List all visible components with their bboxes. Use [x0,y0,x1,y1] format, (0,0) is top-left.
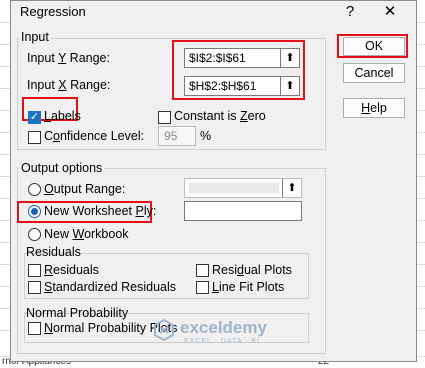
input-x-range-field[interactable]: $H$2:$H$61 ⬆ [184,76,300,96]
watermark-tagline: EXCEL · DATA · BI [184,338,260,345]
constant-zero-checkbox[interactable] [158,111,171,124]
percent-sign: % [200,129,212,143]
input-y-range-value: $I$2:$I$61 [189,51,246,65]
residuals-group-label: Residuals [26,245,81,259]
new-worksheet-ply-radio[interactable] [28,205,41,218]
output-range-empty [189,183,279,193]
output-range-radio[interactable] [28,183,41,196]
new-workbook-label: New Workbook [44,227,129,241]
standardized-residuals-label: Standardized Residuals [44,280,177,294]
new-worksheet-ply-label: New Worksheet Ply: [44,204,157,218]
range-picker-icon[interactable]: ⬆ [280,49,299,67]
constant-zero-label: Constant is Zero [174,109,266,123]
output-range-field[interactable]: ⬆ [184,178,302,198]
ok-button[interactable]: OK [343,37,405,56]
confidence-label: Confidence Level: [44,129,145,143]
residuals-checkbox[interactable] [28,264,41,277]
confidence-checkbox[interactable] [28,131,41,144]
range-picker-icon[interactable]: ⬆ [282,179,301,197]
residuals-label: Residuals [44,263,99,277]
exceldemy-logo-icon [152,318,176,342]
input-group-label: Input [19,30,51,44]
normal-probability-label: Normal Probability [26,306,129,320]
cancel-button[interactable]: Cancel [343,63,405,83]
watermark-brand: exceldemy [180,318,267,337]
confidence-value: 95 [164,129,178,143]
labels-label: Labels [44,109,81,123]
line-fit-plots-checkbox[interactable] [196,281,209,294]
output-options-label: Output options [19,161,105,175]
output-range-label: Output Range: [44,182,126,196]
labels-checkbox[interactable]: ✓ [28,111,41,124]
confidence-field[interactable]: 95 [158,126,196,146]
dialog-title: Regression [20,4,86,19]
input-y-range-label: Input Y Range: [27,51,110,65]
normal-probability-plots-checkbox[interactable] [28,322,41,335]
input-y-range-field[interactable]: $I$2:$I$61 ⬆ [184,48,300,68]
range-picker-icon[interactable]: ⬆ [280,77,299,95]
residual-plots-label: Residual Plots [212,263,292,277]
new-worksheet-ply-field[interactable] [184,201,302,221]
standardized-residuals-checkbox[interactable] [28,281,41,294]
input-x-range-value: $H$2:$H$61 [189,79,257,93]
close-button[interactable]: ✕ [377,1,403,23]
new-workbook-radio[interactable] [28,228,41,241]
line-fit-plots-label: Line Fit Plots [212,280,285,294]
help-button[interactable]: Help [343,98,405,118]
input-x-range-label: Input X Range: [27,78,111,92]
help-title-button[interactable]: ? [337,1,363,23]
residual-plots-checkbox[interactable] [196,264,209,277]
